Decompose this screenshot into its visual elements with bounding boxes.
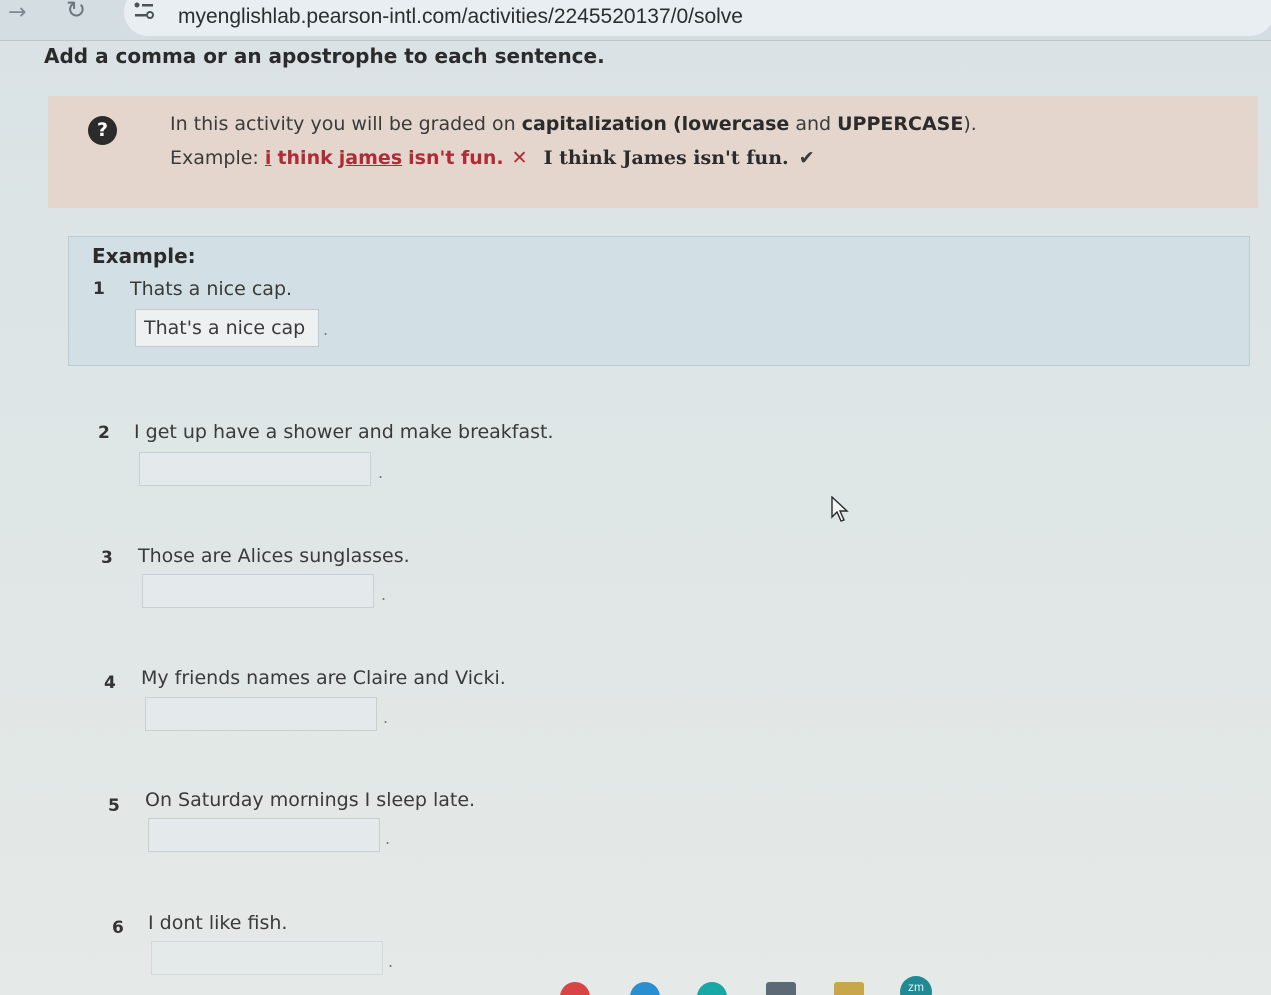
- app-icon[interactable]: [560, 982, 590, 995]
- question-sentence: On Saturday mornings I sleep late.: [145, 789, 476, 811]
- and-word: and: [795, 113, 832, 135]
- question-number: 1: [93, 279, 105, 299]
- question-sentence: Thats a nice cap.: [130, 278, 293, 300]
- zoom-app-icon[interactable]: zm: [900, 976, 932, 995]
- url-text: myenglishlab.pearson-intl.com/activities…: [178, 5, 743, 28]
- wrong-example-i: i: [264, 147, 272, 169]
- answer-period: .: [385, 829, 391, 848]
- answer-period: .: [388, 952, 394, 971]
- site-info-icon[interactable]: [133, 2, 155, 20]
- check-icon: ✔: [798, 147, 815, 169]
- uppercase-term: UPPERCASE: [837, 113, 964, 135]
- cross-icon: ✕: [511, 147, 528, 169]
- grading-example-label: Example:: [170, 147, 259, 169]
- page-title: Add a comma or an apostrophe to each sen…: [44, 44, 605, 68]
- question-number: 5: [108, 796, 120, 816]
- example-answer-field[interactable]: [135, 309, 319, 347]
- mouse-cursor-icon: [831, 496, 849, 522]
- grading-example: Example: i think james isn't fun. ✕ I th…: [170, 147, 815, 169]
- app-icon[interactable]: [766, 982, 796, 995]
- question-sentence: I get up have a shower and make breakfas…: [134, 421, 554, 443]
- wrong-example-think: think: [277, 147, 333, 169]
- question-sentence: I dont like fish.: [148, 912, 288, 934]
- question-sentence: My friends names are Claire and Vicki.: [141, 667, 506, 689]
- answer-field-2[interactable]: [139, 452, 371, 486]
- wrong-example-james: james: [338, 147, 403, 169]
- app-icon[interactable]: [630, 982, 660, 995]
- app-icon[interactable]: [834, 982, 864, 995]
- question-number: 6: [112, 918, 124, 938]
- browser-toolbar: → ↻ myenglishlab.pearson-intl.com/activi…: [0, 0, 1271, 41]
- answer-field-5[interactable]: [148, 818, 380, 852]
- correct-example: I think James isn't fun.: [543, 147, 789, 169]
- answer-period: .: [383, 708, 389, 727]
- question-sentence: Those are Alices sunglasses.: [138, 545, 410, 567]
- question-number: 4: [104, 673, 116, 693]
- lowercase-term: lowercase: [681, 113, 790, 135]
- grading-term: capitalization: [521, 113, 667, 135]
- answer-field-6[interactable]: [151, 941, 383, 975]
- paren-open: (: [672, 113, 682, 135]
- taskbar: zm: [0, 976, 1271, 995]
- example-heading: Example:: [92, 244, 196, 268]
- reload-icon[interactable]: ↻: [66, 0, 86, 24]
- answer-field-4[interactable]: [145, 697, 377, 731]
- answer-field-3[interactable]: [142, 574, 374, 608]
- help-icon[interactable]: ?: [88, 116, 117, 145]
- answer-period: .: [323, 320, 329, 339]
- wrong-example-rest: isn't fun.: [408, 147, 504, 169]
- paren-close: ).: [963, 113, 977, 135]
- grading-note: In this activity you will be graded on c…: [170, 113, 977, 135]
- answer-period: .: [381, 585, 387, 604]
- question-number: 2: [98, 423, 110, 443]
- question-number: 3: [101, 548, 113, 568]
- answer-period: .: [378, 463, 384, 482]
- forward-arrow-icon[interactable]: →: [8, 0, 26, 25]
- app-icon[interactable]: [697, 982, 727, 995]
- grading-note-prefix: In this activity you will be graded on: [170, 113, 516, 135]
